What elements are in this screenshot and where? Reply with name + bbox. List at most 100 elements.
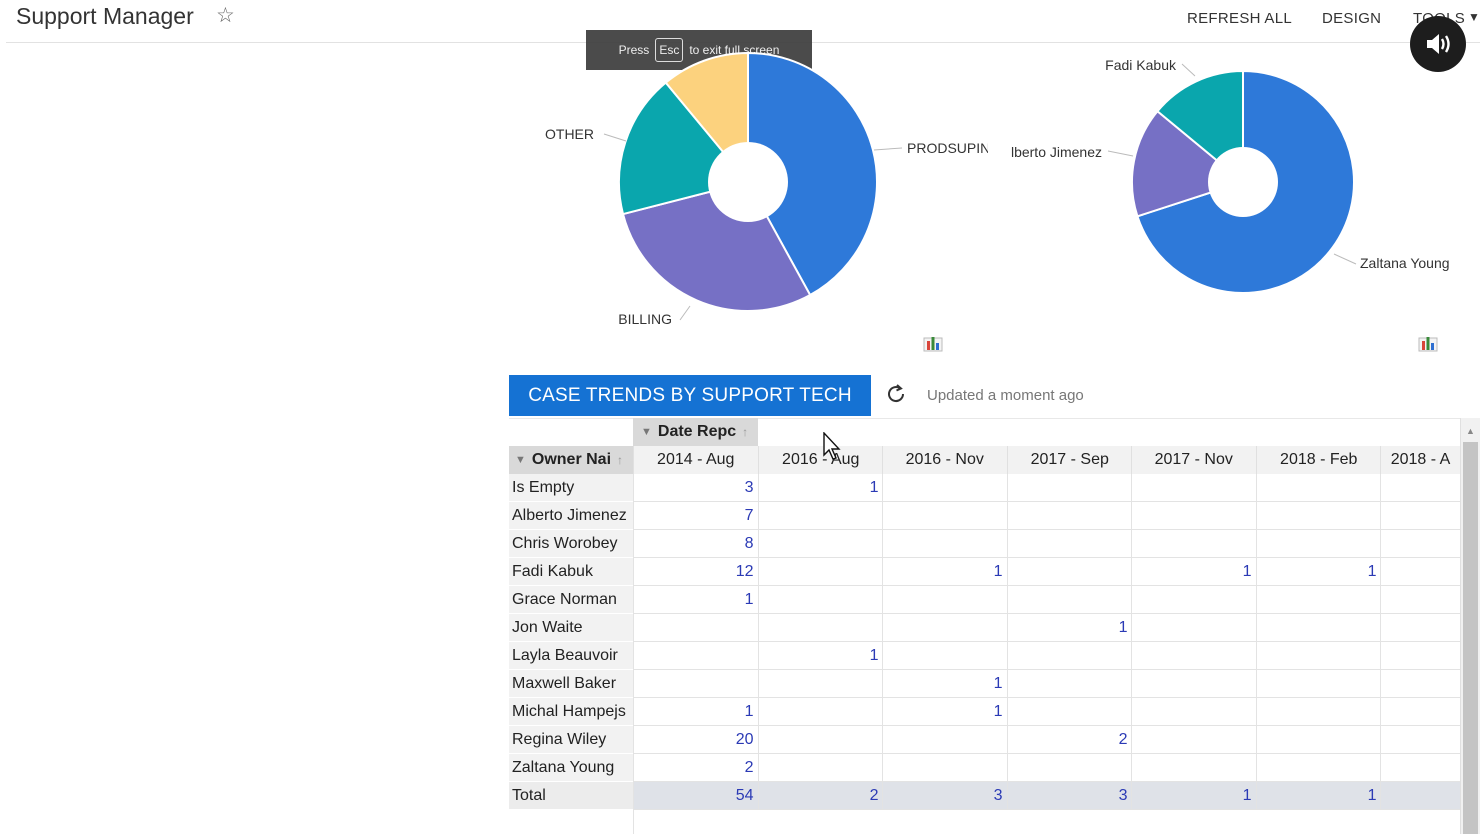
row-label[interactable]: Jon Waite xyxy=(509,614,633,642)
table-cell xyxy=(882,754,1007,782)
table-cell[interactable]: 1 xyxy=(882,698,1007,726)
total-cell[interactable]: 3 xyxy=(1007,782,1132,810)
table-cell xyxy=(1380,670,1460,698)
total-cell[interactable]: 1 xyxy=(1131,782,1256,810)
table-cell xyxy=(1256,530,1381,558)
column-header[interactable]: 2016 - Aug xyxy=(758,446,883,474)
table-cell[interactable]: 1 xyxy=(882,558,1007,586)
table-cell xyxy=(1380,558,1460,586)
label-clip-mask xyxy=(988,138,1002,160)
row-label[interactable]: Grace Norman xyxy=(509,586,633,614)
pie1-label-prodsupin-leader-line xyxy=(873,147,903,151)
row-label[interactable]: Zaltana Young xyxy=(509,754,633,782)
date-reported-header[interactable]: ▼ Date Repc ↑ xyxy=(633,418,758,446)
table-cell[interactable]: 2 xyxy=(1007,726,1132,754)
pie2-label-alberto-jimenez: lberto Jimenez xyxy=(1011,144,1102,160)
total-cell[interactable]: 3 xyxy=(882,782,1007,810)
pie2-label-fadi-kabuk: Fadi Kabuk xyxy=(1105,57,1177,73)
table-cell xyxy=(1380,586,1460,614)
table-cell xyxy=(1007,558,1132,586)
pie1-label-other-leader-line xyxy=(603,133,627,142)
pie2-label-fadi-kabuk-leader-line xyxy=(1181,63,1196,77)
sort-arrow-icon[interactable]: ↑ xyxy=(742,425,748,439)
table-cell[interactable]: 1 xyxy=(633,698,758,726)
table-cell[interactable]: 2 xyxy=(633,754,758,782)
table-cell xyxy=(1007,754,1132,782)
column-header[interactable]: 2018 - Feb xyxy=(1256,446,1381,474)
total-cell[interactable]: 2 xyxy=(758,782,883,810)
table-cell xyxy=(758,698,883,726)
pie-charts: PRODSUPIN BILLING OTHER Fadi Kabuk lberto Ji… xyxy=(545,51,1450,327)
owner-name-header[interactable]: ▼ Owner Nai ↑ xyxy=(509,446,633,474)
table-cell[interactable]: 7 xyxy=(633,502,758,530)
refresh-icon[interactable] xyxy=(884,382,908,406)
row-label[interactable]: Regina Wiley xyxy=(509,726,633,754)
funnel-icon[interactable]: ▼ xyxy=(641,426,652,438)
table-cell[interactable]: 1 xyxy=(1007,614,1132,642)
pie1-label-other: OTHER xyxy=(545,126,594,142)
table-cell xyxy=(758,502,883,530)
vertical-scrollbar[interactable]: ▲ xyxy=(1460,418,1480,834)
row-label[interactable]: Maxwell Baker xyxy=(509,670,633,698)
row-label[interactable]: Layla Beauvoir xyxy=(509,642,633,670)
table-cell xyxy=(1007,698,1132,726)
table-cell xyxy=(758,558,883,586)
pie2-label-zaltana-young-leader-line xyxy=(1333,253,1357,265)
table-cell[interactable]: 1 xyxy=(758,642,883,670)
bar-chart-icon[interactable] xyxy=(1418,332,1438,352)
column-header[interactable]: 2017 - Sep xyxy=(1007,446,1132,474)
table-cell[interactable]: 1 xyxy=(758,474,883,502)
table-cell xyxy=(1131,502,1256,530)
total-row-label[interactable]: Total xyxy=(509,782,633,810)
table-cell[interactable]: 12 xyxy=(633,558,758,586)
table-cell xyxy=(1380,614,1460,642)
funnel-icon[interactable]: ▼ xyxy=(515,454,526,466)
table-cell xyxy=(758,754,883,782)
table-cell[interactable]: 1 xyxy=(1131,558,1256,586)
row-label[interactable]: Alberto Jimenez xyxy=(509,502,633,530)
column-header[interactable]: 2014 - Aug xyxy=(633,446,758,474)
total-cell[interactable]: 54 xyxy=(633,782,758,810)
scroll-up-icon[interactable]: ▲ xyxy=(1466,426,1475,436)
table-cell xyxy=(1131,670,1256,698)
table-cell[interactable]: 20 xyxy=(633,726,758,754)
table-cell xyxy=(882,642,1007,670)
pie2-label-zaltana-young: Zaltana Young xyxy=(1360,255,1450,271)
table-cell[interactable]: 1 xyxy=(633,586,758,614)
row-label[interactable]: Chris Worobey xyxy=(509,530,633,558)
sort-arrow-icon[interactable]: ↑ xyxy=(617,453,623,467)
table-cell xyxy=(882,530,1007,558)
table-cell xyxy=(882,614,1007,642)
last-updated-text: Updated a moment ago xyxy=(927,387,1084,404)
row-label[interactable]: Fadi Kabuk xyxy=(509,558,633,586)
pie2-label-alberto-jimenez-leader-line xyxy=(1107,150,1134,157)
table-cell xyxy=(1256,474,1381,502)
case-trends-section-title[interactable]: CASE TRENDS BY SUPPORT TECH xyxy=(509,375,871,416)
table-cell[interactable]: 8 xyxy=(633,530,758,558)
table-cell[interactable]: 3 xyxy=(633,474,758,502)
row-label[interactable]: Is Empty xyxy=(509,474,633,502)
scrollbar-thumb[interactable] xyxy=(1463,442,1478,834)
column-header[interactable]: 2016 - Nov xyxy=(882,446,1007,474)
table-cell xyxy=(1256,726,1381,754)
table-cell xyxy=(882,586,1007,614)
table-cell xyxy=(633,614,758,642)
owner-name-label: Owner Nai xyxy=(531,451,612,468)
table-cell xyxy=(1256,586,1381,614)
total-cell[interactable]: 1 xyxy=(1256,782,1381,810)
table-cell xyxy=(1131,642,1256,670)
table-cell xyxy=(1007,642,1132,670)
table-cell[interactable]: 1 xyxy=(1256,558,1381,586)
pie1-label-prodsupin: PRODSUPIN xyxy=(907,140,990,156)
table-cell xyxy=(1131,726,1256,754)
table-cell xyxy=(1007,474,1132,502)
table-cell xyxy=(758,614,883,642)
column-header[interactable]: 2018 - A xyxy=(1380,446,1460,474)
table-cell xyxy=(882,502,1007,530)
table-cell xyxy=(1131,754,1256,782)
table-cell xyxy=(882,726,1007,754)
bar-chart-icon[interactable] xyxy=(923,332,943,352)
column-header[interactable]: 2017 - Nov xyxy=(1131,446,1256,474)
row-label[interactable]: Michal Hampejs xyxy=(509,698,633,726)
table-cell[interactable]: 1 xyxy=(882,670,1007,698)
